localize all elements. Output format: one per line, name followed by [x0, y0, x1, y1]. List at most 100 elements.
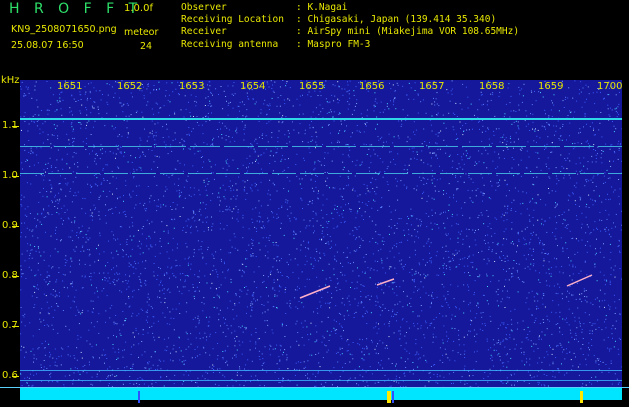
noise-pixel: [397, 181, 398, 182]
noise-pixel: [430, 307, 431, 308]
noise-pixel: [27, 89, 28, 90]
noise-pixel: [388, 108, 389, 109]
noise-pixel: [421, 347, 422, 348]
noise-pixel: [53, 295, 54, 296]
noise-pixel: [347, 247, 348, 248]
noise-pixel: [238, 326, 239, 327]
noise-pixel: [243, 129, 244, 130]
noise-pixel: [290, 347, 291, 348]
noise-pixel: [29, 378, 30, 379]
noise-pixel: [154, 340, 155, 341]
noise-pixel: [502, 214, 503, 215]
noise-pixel: [232, 85, 233, 86]
noise-pixel: [31, 270, 32, 271]
noise-pixel: [266, 372, 267, 373]
noise-pixel: [429, 260, 430, 261]
noise-pixel: [123, 104, 124, 105]
noise-pixel: [43, 210, 44, 211]
noise-pixel: [144, 351, 145, 352]
noise-pixel: [413, 373, 414, 374]
noise-pixel: [503, 269, 504, 270]
noise-pixel: [538, 194, 539, 195]
noise-pixel: [179, 337, 180, 338]
noise-pixel: [281, 148, 282, 149]
noise-pixel: [138, 313, 139, 314]
noise-pixel: [93, 87, 94, 88]
noise-pixel: [493, 131, 494, 132]
noise-pixel: [456, 134, 457, 135]
noise-pixel: [227, 308, 228, 309]
noise-pixel: [244, 104, 245, 105]
noise-pixel: [68, 218, 69, 219]
noise-pixel: [156, 135, 157, 136]
noise-pixel: [212, 143, 213, 144]
noise-pixel: [334, 209, 335, 210]
noise-pixel: [503, 324, 504, 325]
noise-pixel: [529, 157, 530, 158]
noise-pixel: [276, 257, 277, 258]
noise-pixel: [329, 112, 330, 113]
noise-pixel: [377, 243, 378, 244]
noise-pixel: [31, 151, 32, 152]
noise-pixel: [80, 374, 81, 375]
noise-pixel: [73, 249, 74, 250]
noise-pixel: [45, 164, 46, 165]
noise-pixel: [555, 202, 556, 203]
noise-pixel: [156, 206, 157, 207]
noise-pixel: [549, 321, 550, 322]
noise-pixel: [370, 277, 371, 278]
noise-pixel: [442, 362, 443, 363]
noise-pixel: [499, 257, 500, 258]
noise-pixel: [339, 112, 340, 113]
noise-pixel: [606, 315, 607, 316]
noise-pixel: [618, 354, 619, 355]
noise-pixel: [504, 116, 505, 117]
noise-pixel: [188, 339, 189, 340]
noise-pixel: [394, 314, 395, 315]
noise-pixel: [474, 232, 475, 233]
noise-pixel: [225, 190, 226, 191]
noise-pixel: [116, 359, 117, 360]
noise-pixel: [188, 258, 189, 259]
noise-pixel: [397, 304, 398, 305]
noise-pixel: [254, 141, 255, 142]
noise-pixel: [360, 132, 361, 133]
noise-pixel: [198, 190, 199, 191]
noise-pixel: [157, 297, 158, 298]
noise-pixel: [172, 309, 173, 310]
noise-pixel: [328, 153, 329, 154]
noise-pixel: [207, 178, 208, 179]
noise-pixel: [240, 102, 241, 103]
noise-pixel: [244, 187, 245, 188]
noise-pixel: [372, 373, 373, 374]
noise-pixel: [518, 121, 519, 122]
noise-pixel: [121, 292, 122, 293]
noise-pixel: [65, 255, 66, 256]
noise-pixel: [618, 349, 619, 350]
noise-pixel: [321, 384, 322, 385]
noise-pixel: [538, 348, 539, 349]
noise-pixel: [610, 282, 611, 283]
noise-pixel: [131, 316, 132, 317]
noise-pixel: [147, 316, 148, 317]
noise-pixel: [20, 266, 21, 267]
noise-pixel: [552, 142, 553, 143]
noise-pixel: [33, 121, 34, 122]
noise-pixel: [61, 239, 62, 240]
noise-pixel: [161, 221, 162, 222]
noise-pixel: [357, 125, 358, 126]
noise-pixel: [229, 129, 230, 130]
noise-pixel: [562, 334, 563, 335]
noise-pixel: [522, 148, 523, 149]
noise-pixel: [438, 228, 439, 229]
noise-pixel: [453, 129, 454, 130]
noise-pixel: [205, 116, 206, 117]
noise-pixel: [194, 153, 195, 154]
noise-pixel: [522, 191, 523, 192]
noise-pixel: [247, 93, 248, 94]
noise-pixel: [488, 376, 489, 377]
noise-pixel: [321, 239, 322, 240]
noise-pixel: [193, 211, 194, 212]
noise-pixel: [133, 176, 134, 177]
noise-pixel: [448, 305, 449, 306]
